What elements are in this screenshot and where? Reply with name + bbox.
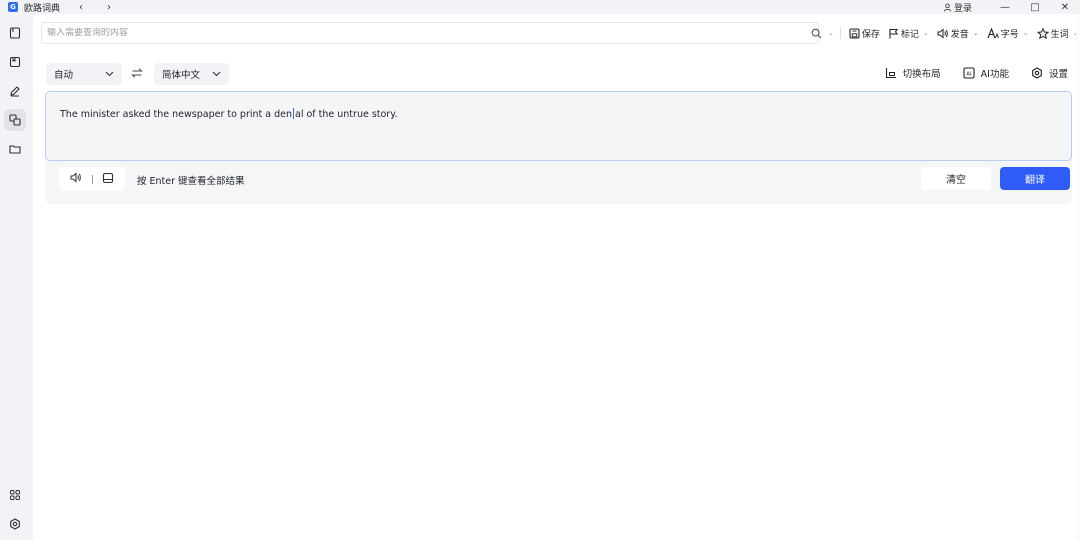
toolbar-divider [839, 27, 841, 39]
ai-features-label: AI功能 [980, 69, 1009, 80]
chevron-down-icon [105, 71, 114, 77]
forward-arrow-icon[interactable]: › [102, 2, 116, 13]
back-arrow-icon[interactable]: ‹ [74, 2, 88, 13]
chevron-down-icon: ⌄ [922, 29, 929, 37]
camera-icon[interactable] [102, 172, 114, 187]
toolbar: ⌄ 保存 标记 ⌄ 发音 ⌄ 字号 ⌄ 生词 ⌄ [803, 22, 1078, 44]
svg-text:AI: AI [966, 71, 972, 77]
switch-layout-label: 切换布局 [902, 69, 941, 80]
speaker-icon [937, 27, 948, 39]
source-text-editor[interactable]: The minister asked the newspaper to prin… [45, 91, 1072, 161]
book-icon[interactable] [4, 51, 26, 73]
search-input[interactable] [47, 28, 818, 38]
main-panel: ⌄ 保存 标记 ⌄ 发音 ⌄ 字号 ⌄ 生词 ⌄ 自动 [33, 14, 1080, 540]
card-actions: 按 Enter 键查看全部结果 清空 翻译 [59, 167, 1070, 191]
scrollbar-track[interactable] [1076, 14, 1080, 540]
swap-languages-icon[interactable] [131, 67, 143, 82]
minimize-button[interactable]: — [990, 0, 1020, 14]
settings-label: 设置 [1048, 69, 1068, 80]
search-box [41, 22, 819, 44]
input-tools [59, 167, 125, 191]
settings-icon[interactable] [4, 513, 26, 535]
pen-icon[interactable] [4, 80, 26, 102]
flag-icon [889, 28, 898, 38]
layout-icon [885, 68, 896, 79]
search-icon [811, 28, 822, 38]
login-label: 登录 [953, 3, 972, 14]
vocab-button[interactable]: 生词 ⌄ [1036, 27, 1078, 40]
save-label: 保存 [861, 29, 880, 40]
apps-icon[interactable] [4, 484, 26, 506]
star-icon [1036, 27, 1049, 39]
target-language-select[interactable]: 简体中文 [154, 63, 229, 85]
font-label: 字号 [1000, 29, 1019, 40]
save-button[interactable]: 保存 [849, 27, 880, 40]
clear-button[interactable]: 清空 [921, 167, 991, 190]
settings-button[interactable]: 设置 [1031, 66, 1068, 80]
search-button[interactable]: ⌄ [811, 28, 834, 39]
close-button[interactable]: ✕ [1050, 0, 1080, 14]
app-logo: G [8, 2, 18, 12]
source-text-part2: al of the untrue story. [295, 109, 398, 120]
source-language-value: 自动 [54, 70, 74, 81]
ai-icon: AI [963, 67, 975, 79]
gear-icon [1032, 67, 1042, 79]
chevron-down-icon [212, 71, 221, 77]
source-language-select[interactable]: 自动 [46, 63, 122, 85]
mark-label: 标记 [900, 29, 919, 40]
target-language-value: 简体中文 [162, 70, 201, 81]
text-cursor [293, 108, 294, 119]
font-size-button[interactable]: 字号 ⌄ [987, 27, 1029, 40]
login-button[interactable]: 登录 [943, 1, 972, 14]
dictionary-icon[interactable] [4, 22, 26, 44]
app-name: 欧路词典 [24, 3, 61, 14]
speaker-icon[interactable] [70, 172, 83, 186]
tool-divider [91, 174, 93, 184]
pronounce-label: 发音 [950, 29, 969, 40]
font-size-icon [987, 27, 999, 38]
mark-button[interactable]: 标记 ⌄ [888, 27, 929, 40]
translation-card: The minister asked the newspaper to prin… [45, 91, 1072, 204]
chevron-down-icon: ⌄ [828, 29, 834, 37]
title-bar: G 欧路词典 ‹ › 登录 — □ ✕ [0, 0, 1080, 14]
save-icon [849, 27, 860, 39]
translate-button[interactable]: 翻译 [1000, 167, 1070, 190]
maximize-button[interactable]: □ [1020, 0, 1050, 14]
user-icon [943, 3, 952, 11]
chevron-down-icon: ⌄ [972, 29, 979, 37]
folder-icon[interactable] [4, 138, 26, 160]
translate-icon[interactable] [4, 109, 26, 131]
switch-layout-button[interactable]: 切换布局 [885, 66, 941, 80]
sidebar [0, 14, 32, 540]
translate-tools: 切换布局 AI AI功能 设置 [863, 66, 1068, 80]
ai-features-button[interactable]: AI AI功能 [963, 66, 1009, 80]
chevron-down-icon: ⌄ [1022, 29, 1029, 37]
pronounce-button[interactable]: 发音 ⌄ [937, 27, 979, 40]
enter-hint: 按 Enter 键查看全部结果 [137, 176, 245, 187]
source-text-part1: The minister asked the newspaper to prin… [60, 109, 292, 120]
vocab-label: 生词 [1050, 29, 1069, 40]
